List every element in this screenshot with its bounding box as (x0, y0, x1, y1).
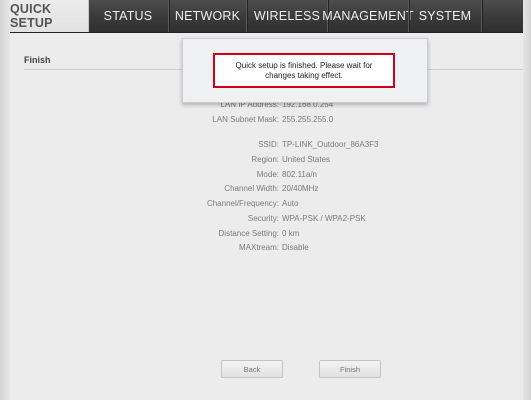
app-frame: QUICK SETUP STATUS NETWORK WIRELESS MANA… (0, 0, 531, 400)
tab-quick-setup[interactable]: QUICK SETUP (10, 0, 89, 32)
summary-row-maxtream: MAXtream: Disable (10, 243, 523, 255)
summary-label: LAN Subnet Mask: (212, 115, 279, 124)
summary-value: Disable (282, 243, 309, 252)
summary-label: Channel/Frequency: (206, 199, 279, 208)
notification-dialog: Quick setup is finished. Please wait for… (182, 38, 428, 103)
right-border (523, 0, 531, 400)
tab-system[interactable]: SYSTEM (409, 0, 481, 32)
summary-row-distance: Distance Setting: 0 km (10, 229, 523, 241)
finish-button[interactable]: Finish (319, 360, 381, 378)
back-button[interactable]: Back (221, 360, 283, 378)
tab-status[interactable]: STATUS (88, 0, 168, 32)
summary-row-channel-frequency: Channel/Frequency: Auto (10, 199, 523, 211)
summary-label: MAXtream: (238, 243, 279, 252)
dialog-message: Quick setup is finished. Please wait for… (213, 53, 395, 88)
summary-label: Security: (247, 214, 279, 223)
section-title: Finish (24, 55, 51, 65)
summary-label: Channel Width: (224, 184, 279, 193)
summary-value: 0 km (282, 229, 300, 238)
summary-label: Distance Setting: (218, 229, 279, 238)
tab-wireless[interactable]: WIRELESS (247, 0, 327, 32)
summary-row-mode: Mode: 802.11a/n (10, 170, 523, 182)
summary-row-ssid: SSID: TP-LINK_Outdoor_86A3F3 (10, 140, 523, 152)
summary-value: Auto (282, 199, 299, 208)
tab-management[interactable]: MANAGEMENT (322, 0, 413, 32)
summary-label: Region: (251, 155, 279, 164)
left-border (0, 0, 10, 400)
summary-value: 255.255.255.0 (282, 115, 334, 124)
summary-value: TP-LINK_Outdoor_86A3F3 (282, 140, 379, 149)
tab-divider (481, 0, 482, 32)
summary-value: 20/40MHz (282, 184, 319, 193)
summary-row-region: Region: United States (10, 155, 523, 167)
tab-network[interactable]: NETWORK (169, 0, 246, 32)
summary-row-lan-mask: LAN Subnet Mask: 255.255.255.0 (10, 115, 523, 127)
summary-value: United States (282, 155, 331, 164)
summary-label: SSID: (258, 140, 279, 149)
summary-value: WPA-PSK / WPA2-PSK (282, 214, 366, 223)
top-nav-bar: QUICK SETUP STATUS NETWORK WIRELESS MANA… (10, 0, 523, 33)
summary-row-security: Security: WPA-PSK / WPA2-PSK (10, 214, 523, 226)
summary-value: 802.11a/n (282, 170, 317, 179)
summary-label: Mode: (256, 170, 279, 179)
summary-row-channel-width: Channel Width: 20/40MHz (10, 184, 523, 196)
